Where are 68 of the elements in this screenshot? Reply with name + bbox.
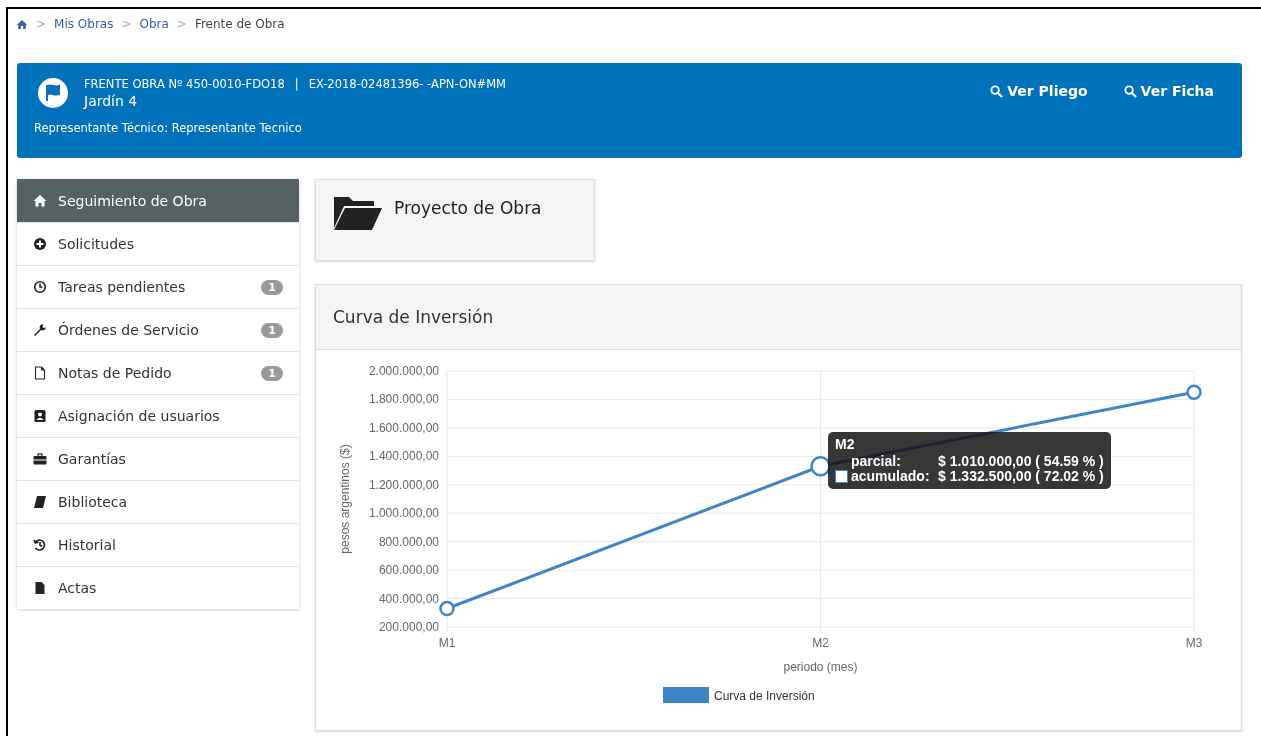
x-tick-label: M3 [1185, 636, 1203, 650]
representative-text: Representante Técnico: Representante Tecnico [34, 121, 303, 135]
count-badge: 1 [261, 279, 283, 295]
tooltip-value: $ 1.332.500,00 ( 72.02 % ) [938, 469, 1104, 484]
sidebar-item[interactable]: Órdenes de Servicio 1 [17, 308, 299, 351]
sidebar-item[interactable]: Historial [17, 523, 299, 566]
sidebar-item[interactable]: Notas de Pedido 1 [17, 351, 299, 394]
y-tick-label: 2.000.000,00 [368, 364, 439, 378]
clock-icon [33, 280, 47, 294]
briefcase-icon [33, 452, 47, 466]
tooltip-title: M2 [835, 437, 856, 452]
count-badge: 1 [261, 322, 283, 338]
plus-icon [33, 237, 47, 251]
history-icon [33, 538, 47, 552]
breadcrumb-current: Frente de Obra [194, 17, 285, 31]
sidebar-item[interactable]: Seguimiento de Obra [17, 179, 299, 222]
y-tick-label: 1.000.000,00 [368, 506, 439, 521]
header-action-link[interactable]: Ver Pliego [990, 83, 1088, 99]
sidebar-item[interactable]: Solicitudes [17, 222, 299, 265]
home-icon[interactable] [16, 18, 28, 30]
tooltip-value: $ 1.010.000,00 ( 54.59 % ) [938, 454, 1104, 469]
count-badge: 1 [261, 365, 283, 381]
x-tick-label: M2 [812, 636, 829, 650]
y-tick-label: 400.000,00 [378, 591, 439, 606]
sidebar-item[interactable]: Tareas pendientes 1 [17, 265, 299, 308]
header-expediente: EX-2018-02481396- -APN-ON#MM [308, 77, 507, 91]
y-tick-label: 200.000,00 [378, 620, 439, 634]
header-code: FRENTE OBRA Nº 450-0010-FDO18 [84, 77, 285, 91]
breadcrumb-separator: > [176, 17, 187, 31]
file-icon [33, 366, 47, 380]
legend-label: Curva de Inversión [714, 689, 815, 703]
search-icon [990, 84, 1004, 98]
y-tick-label: 600.000,00 [378, 563, 439, 578]
y-tick-label: 1.400.000,00 [368, 449, 439, 464]
y-tick-label: 800.000,00 [378, 534, 439, 549]
project-card-title: Proyecto de Obra [394, 198, 542, 218]
x-tick-label: M1 [438, 636, 456, 650]
contact-icon [33, 409, 47, 423]
wrench-icon [33, 323, 47, 337]
y-tick-label: 1.600.000,00 [368, 420, 439, 435]
header-separator: | [294, 77, 299, 91]
folder-icon [332, 194, 382, 230]
y-tick-label: 1.800.000,00 [368, 392, 439, 407]
breadcrumb-separator: > [36, 17, 47, 31]
breadcrumb-separator: > [121, 17, 132, 31]
breadcrumb-link[interactable]: Obra [139, 17, 169, 31]
panel-title: Curva de Inversión [333, 307, 494, 327]
tooltip-label: acumulado: [851, 469, 931, 484]
home-icon [33, 193, 47, 208]
legend-swatch [663, 687, 709, 703]
book-icon [33, 495, 47, 509]
sidebar-item[interactable]: Garantías [17, 437, 299, 480]
project-card[interactable]: Proyecto de Obra [315, 179, 595, 261]
sidebar-item[interactable]: Biblioteca [17, 480, 299, 523]
header-action-link[interactable]: Ver Ficha [1123, 83, 1214, 99]
tooltip-label: parcial: [851, 454, 902, 469]
x-axis-title: periodo (mes) [783, 660, 858, 674]
tooltip-swatch [835, 470, 848, 483]
flag-icon [38, 78, 68, 108]
sidebar-item[interactable]: Actas [17, 566, 299, 609]
filled-file-icon [33, 581, 47, 595]
data-point[interactable] [810, 456, 831, 477]
header-name: Jardín 4 [84, 93, 139, 109]
search-icon [1123, 84, 1137, 98]
y-tick-label: 1.200.000,00 [368, 477, 439, 492]
y-axis-title: pesos argentinos ($) [338, 444, 352, 554]
sidebar-item[interactable]: Asignación de usuarios [17, 394, 299, 437]
breadcrumb-link[interactable]: Mis Obras [54, 17, 114, 31]
